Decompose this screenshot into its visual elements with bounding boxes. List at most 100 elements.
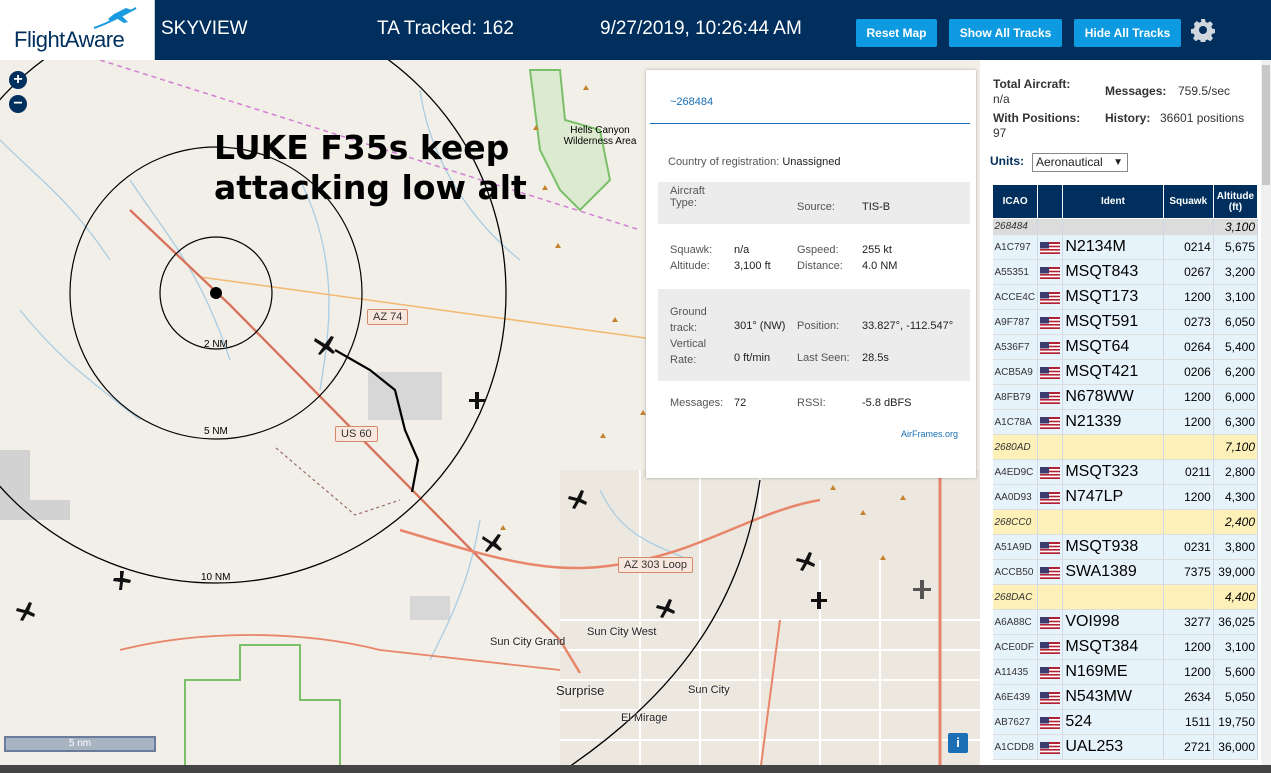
map-info-button[interactable]: i	[948, 733, 968, 753]
us-flag-icon	[1040, 316, 1061, 329]
row-squawk	[1163, 584, 1214, 610]
table-row[interactable]: A536F7 MSQT64 0264 5,400	[992, 334, 1259, 360]
aircraft-icon[interactable]	[112, 570, 134, 592]
row-altitude: 4,300	[1213, 484, 1259, 510]
units-label: Units:	[990, 154, 1024, 168]
col-icao[interactable]: ICAO	[991, 184, 1039, 219]
us-flag-icon	[1040, 241, 1061, 254]
flightaware-logo[interactable]: FlightAware	[0, 0, 155, 60]
table-row[interactable]: AA0D93 N747LP 1200 4,300	[992, 484, 1259, 510]
table-row[interactable]: A1CDD8 UAL253 2721 36,000	[992, 734, 1259, 760]
row-squawk: 0264	[1163, 334, 1214, 360]
messages-label: Messages:	[670, 397, 724, 409]
row-altitude: 36,025	[1213, 609, 1259, 635]
gear-icon[interactable]	[1191, 18, 1215, 42]
row-squawk: 1200	[1163, 284, 1214, 310]
gspeed-label: Gspeed:	[797, 244, 839, 256]
town-sun-city-grand: Sun City Grand	[490, 636, 566, 648]
row-icao: ACCE4C	[992, 284, 1039, 310]
row-icao: A8FB79	[992, 384, 1039, 410]
row-ident: N543MW	[1062, 684, 1164, 710]
aircraft-icon[interactable]	[15, 600, 37, 622]
table-row[interactable]: A55351 MSQT843 0267 3,200	[992, 259, 1259, 285]
hide-all-tracks-button[interactable]: Hide All Tracks	[1074, 19, 1181, 47]
table-row[interactable]: ACCB50 SWA1389 7375 39,000	[992, 559, 1259, 585]
aircraft-icon[interactable]	[795, 550, 817, 572]
row-squawk	[1163, 218, 1214, 235]
row-ident: N747LP	[1062, 484, 1164, 510]
row-altitude: 2,800	[1213, 459, 1259, 485]
row-squawk: 2634	[1163, 684, 1214, 710]
row-ident: VOI998	[1062, 609, 1164, 635]
last-seen-value: 28.5s	[862, 352, 889, 364]
row-flag	[1037, 409, 1064, 435]
vertical-rate-value: 0 ft/min	[734, 352, 771, 364]
messages-rate-label: Messages:	[1105, 84, 1167, 98]
table-row[interactable]: 2680AD 7,100	[992, 434, 1259, 460]
table-row[interactable]: A1C797 N2134M 0214 5,675	[992, 234, 1259, 260]
row-ident: MSQT323	[1062, 459, 1164, 485]
table-row[interactable]: 268CC0 2,400	[992, 509, 1259, 535]
row-altitude: 36,000	[1213, 734, 1259, 760]
units-select[interactable]: Aeronautical ▼	[1032, 153, 1128, 172]
zoom-in-button[interactable]: +	[9, 71, 27, 89]
table-row[interactable]: 268484 3,100	[992, 218, 1259, 235]
sidebar-scroll-thumb[interactable]	[1262, 65, 1270, 185]
map-scale-bar: 5 nm	[4, 736, 156, 752]
az303-label: AZ 303 Loop	[618, 557, 693, 573]
show-all-tracks-button[interactable]: Show All Tracks	[949, 19, 1062, 47]
table-row[interactable]: A9F787 MSQT591 0273 6,050	[992, 309, 1259, 335]
row-icao: ACE0DF	[992, 634, 1039, 660]
table-row[interactable]: A8FB79 N678WW 1200 6,000	[992, 384, 1259, 410]
aircraft-icon[interactable]	[910, 578, 934, 602]
position-label: Position:	[797, 320, 840, 332]
table-row[interactable]: 268DAC 4,400	[992, 584, 1259, 610]
row-ident	[1062, 218, 1164, 235]
col-altitude[interactable]: Altitude (ft)	[1212, 184, 1259, 219]
with-positions-label: With Positions:	[993, 111, 1081, 125]
table-row[interactable]: A11435 N169ME 1200 5,600	[992, 659, 1259, 685]
col-ident[interactable]: Ident	[1062, 184, 1164, 219]
us-flag-icon	[1040, 616, 1061, 629]
row-icao: 268CC0	[992, 509, 1039, 535]
table-row[interactable]: A1C78A N21339 1200 6,300	[992, 409, 1259, 435]
row-icao: A51A9D	[992, 534, 1039, 560]
aircraft-icon[interactable]	[567, 488, 589, 510]
row-flag	[1037, 434, 1064, 460]
aircraft-hex-id[interactable]: ~268484	[670, 96, 713, 108]
row-altitude: 3,100	[1213, 634, 1259, 660]
table-row[interactable]: ACE0DF MSQT384 1200 3,100	[992, 634, 1259, 660]
aircraft-icon[interactable]	[808, 590, 830, 612]
aircraft-icon[interactable]	[655, 597, 677, 619]
row-ident: N169ME	[1062, 659, 1164, 685]
us-flag-icon	[1040, 466, 1061, 479]
row-icao: AB7627	[992, 709, 1039, 735]
aircraft-icon[interactable]	[466, 390, 488, 412]
us-flag-icon	[1040, 366, 1061, 379]
ring-label-5nm: 5 NM	[204, 426, 228, 437]
row-flag	[1037, 609, 1064, 635]
row-ident: 524	[1062, 709, 1164, 735]
table-row[interactable]: ACCE4C MSQT173 1200 3,100	[992, 284, 1259, 310]
table-row[interactable]: A51A9D MSQT938 0231 3,800	[992, 534, 1259, 560]
table-row[interactable]: A4ED9C MSQT323 0211 2,800	[992, 459, 1259, 485]
table-row[interactable]: A6A88C VOI998 3277 36,025	[992, 609, 1259, 635]
aircraft-icon-selected[interactable]	[312, 332, 338, 358]
row-flag	[1037, 334, 1064, 360]
reset-map-button[interactable]: Reset Map	[856, 19, 937, 47]
aircraft-icon[interactable]	[480, 530, 504, 554]
row-altitude: 19,750	[1213, 709, 1259, 735]
row-flag	[1037, 734, 1064, 760]
table-row[interactable]: AB7627 524 1511 19,750	[992, 709, 1259, 735]
row-icao: A6A88C	[992, 609, 1039, 635]
table-row[interactable]: A6E439 N543MW 2634 5,050	[992, 684, 1259, 710]
table-row[interactable]: ACB5A9 MSQT421 0206 6,200	[992, 359, 1259, 385]
row-icao: A1C78A	[992, 409, 1039, 435]
col-squawk[interactable]: Squawk	[1162, 184, 1214, 219]
zoom-out-button[interactable]: −	[9, 95, 27, 113]
row-squawk: 0231	[1163, 534, 1214, 560]
row-ident: UAL253	[1062, 734, 1164, 760]
airframes-link[interactable]: AirFrames.org	[901, 429, 958, 439]
row-icao: A9F787	[992, 309, 1039, 335]
with-positions-value: 97	[993, 126, 1007, 140]
